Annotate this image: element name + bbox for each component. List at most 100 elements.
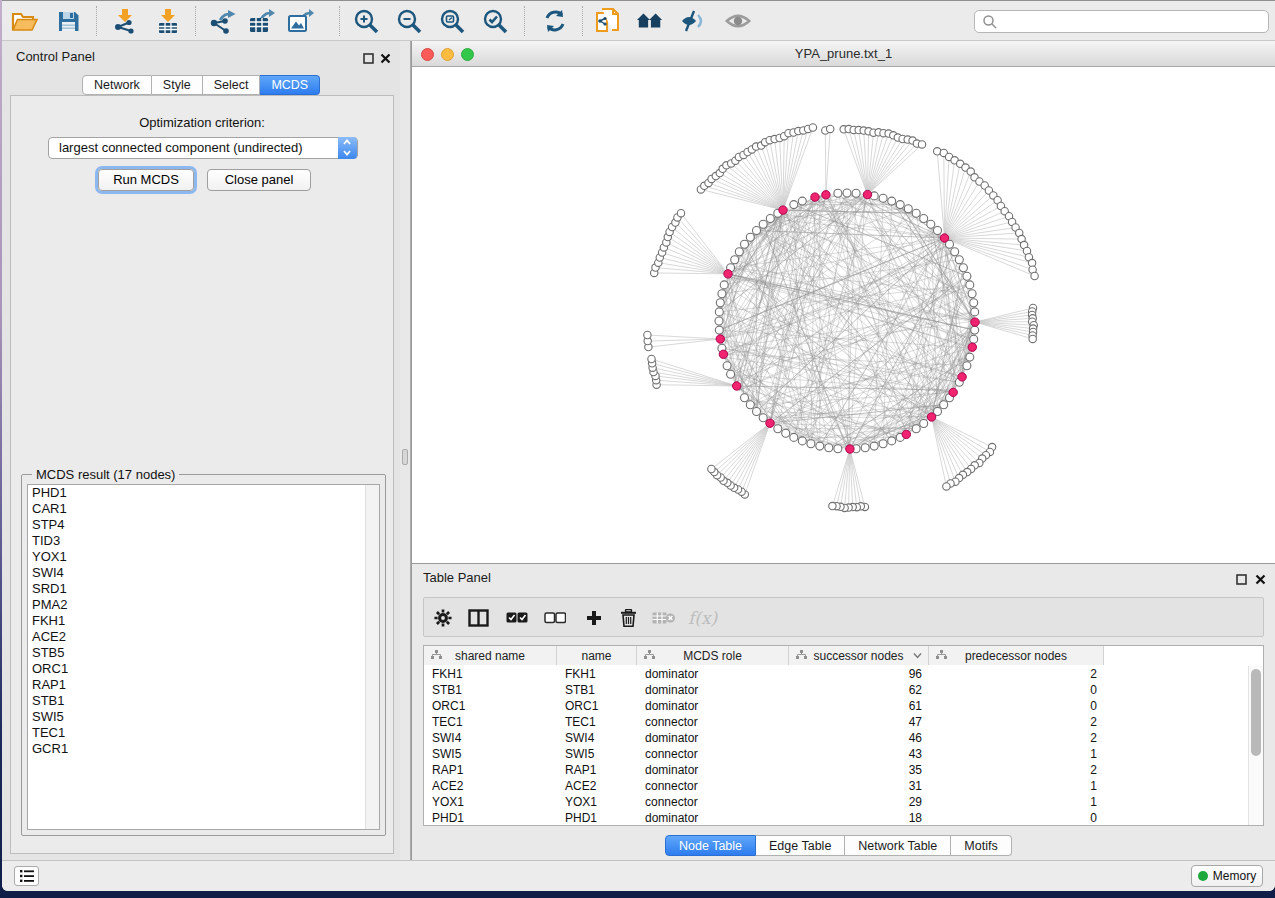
search-input[interactable] [974,10,1269,33]
network-canvas[interactable] [412,67,1275,563]
import-table-icon[interactable] [154,8,182,34]
mcds-result-item[interactable]: ORC1 [28,661,379,677]
tab-mcds[interactable]: MCDS [260,75,320,95]
export-image-icon[interactable] [286,8,314,34]
tab-network[interactable]: Network [82,75,152,95]
deselect-all-icon[interactable] [544,606,566,630]
refresh-icon[interactable] [541,8,569,34]
mcds-result-item[interactable]: SWI5 [28,709,379,725]
table-cell: SWI4 [557,730,637,746]
vertical-splitter[interactable] [400,41,411,860]
export-network-icon[interactable] [208,8,236,34]
table-cell: dominator [637,682,789,698]
table-cell: RAP1 [557,762,637,778]
zoom-selected-icon[interactable] [481,8,509,34]
zoom-in-icon[interactable] [352,8,380,34]
column-header-name[interactable]: name [557,646,637,665]
mcds-list-scrollbar[interactable] [365,485,379,829]
table-row[interactable]: YOX1YOX1connector291 [424,794,1248,810]
column-header-MCDS-role[interactable]: MCDS role [637,646,789,665]
table-cell: TEC1 [557,714,637,730]
home-view-icon[interactable] [636,8,664,34]
column-header-successor-nodes[interactable]: successor nodes [789,646,929,665]
tab-node-table[interactable]: Node Table [665,835,756,856]
select-all-icon[interactable] [506,606,528,630]
table-cell: 1 [929,746,1104,762]
table-row[interactable]: FKH1FKH1dominator962 [424,666,1248,682]
network-title: YPA_prune.txt_1 [412,46,1275,61]
tab-select[interactable]: Select [203,75,261,95]
table-cell: SWI5 [557,746,637,762]
table-row[interactable]: SWI5SWI5connector431 [424,746,1248,762]
tab-network-table[interactable]: Network Table [845,835,951,856]
column-header-shared-name[interactable]: shared name [424,646,557,665]
table-row[interactable]: PHD1PHD1dominator180 [424,810,1248,826]
float-table-panel-icon[interactable] [1236,571,1247,582]
float-panel-icon[interactable] [363,50,374,61]
hide-selected-icon[interactable] [680,8,708,34]
mcds-tab-content: Optimization criterion: largest connecte… [10,95,394,854]
table-cell: PHD1 [557,810,637,826]
mcds-result-item[interactable]: YOX1 [28,549,379,565]
split-view-icon[interactable] [468,606,489,630]
table-cell: 0 [929,682,1104,698]
node-table: shared namenameMCDS rolesuccessor nodesp… [423,645,1264,826]
close-panel-button[interactable]: Close panel [207,169,311,191]
mcds-result-item[interactable]: GCR1 [28,741,379,757]
network-titlebar[interactable]: YPA_prune.txt_1 [412,41,1275,67]
share-document-icon[interactable] [594,8,622,34]
task-history-button[interactable] [14,866,39,886]
mcds-result-item[interactable]: PMA2 [28,597,379,613]
tab-style[interactable]: Style [152,75,203,95]
mcds-result-item[interactable]: STB1 [28,693,379,709]
table-row[interactable]: RAP1RAP1dominator352 [424,762,1248,778]
tab-edge-table[interactable]: Edge Table [756,835,845,856]
memory-button[interactable]: Memory [1191,865,1263,887]
mcds-result-item[interactable]: RAP1 [28,677,379,693]
table-cell: 0 [929,810,1104,826]
delete-table-icon[interactable] [652,606,676,630]
mcds-result-item[interactable]: SRD1 [28,581,379,597]
table-row[interactable]: STB1STB1dominator620 [424,682,1248,698]
add-column-icon[interactable] [586,606,602,630]
splitter-handle[interactable] [402,449,408,465]
table-cell: STB1 [557,682,637,698]
table-scrollbar[interactable] [1248,666,1263,825]
table-cell: connector [637,714,789,730]
mcds-result-item[interactable]: PHD1 [28,485,379,501]
table-cell: RAP1 [424,762,557,778]
tab-motifs[interactable]: Motifs [951,835,1011,856]
show-all-icon[interactable] [724,8,752,34]
column-header-predecessor-nodes[interactable]: predecessor nodes [929,646,1104,665]
zoom-fit-icon[interactable] [438,8,466,34]
mcds-result-item[interactable]: STP4 [28,517,379,533]
table-row[interactable]: SWI4SWI4dominator462 [424,730,1248,746]
mcds-result-list[interactable]: PHD1CAR1STP4TID3YOX1SWI4SRD1PMA2FKH1ACE2… [27,484,380,830]
table-scrollbar-thumb[interactable] [1251,669,1261,756]
mcds-result-item[interactable]: TID3 [28,533,379,549]
table-cell: 47 [789,714,929,730]
table-cell: 2 [929,714,1104,730]
mcds-result-item[interactable]: STB5 [28,645,379,661]
save-session-icon[interactable] [54,8,82,34]
mcds-result-item[interactable]: TEC1 [28,725,379,741]
table-cell: 35 [789,762,929,778]
table-cell: 31 [789,778,929,794]
criterion-select[interactable]: largest connected component (undirected) [48,137,358,159]
close-table-panel-icon[interactable] [1255,571,1266,582]
mcds-result-item[interactable]: CAR1 [28,501,379,517]
import-network-icon[interactable] [111,8,139,34]
table-row[interactable]: ACE2ACE2connector311 [424,778,1248,794]
mcds-result-item[interactable]: FKH1 [28,613,379,629]
delete-column-icon[interactable] [620,606,637,630]
table-row[interactable]: ORC1ORC1dominator610 [424,698,1248,714]
mcds-result-item[interactable]: ACE2 [28,629,379,645]
mcds-result-item[interactable]: SWI4 [28,565,379,581]
export-table-icon[interactable] [247,8,275,34]
run-mcds-button[interactable]: Run MCDS [98,169,194,191]
zoom-out-icon[interactable] [395,8,423,34]
table-row[interactable]: TEC1TEC1connector472 [424,714,1248,730]
settings-icon[interactable] [434,606,452,630]
close-panel-icon[interactable] [380,50,391,61]
open-file-icon[interactable] [10,8,38,34]
